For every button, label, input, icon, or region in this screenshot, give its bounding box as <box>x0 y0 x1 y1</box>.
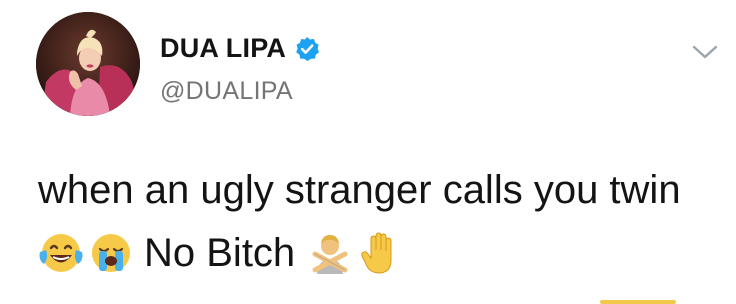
tweet-text-line2-row: No Bitch <box>38 227 403 279</box>
profile-avatar[interactable] <box>36 12 140 116</box>
author-name-row[interactable]: DUA LIPA <box>160 33 320 64</box>
tweet-card: DUA LIPA @DUALIPA when an ugly stranger … <box>0 0 736 304</box>
bottom-decoration <box>600 300 676 304</box>
verified-badge-icon <box>296 36 320 61</box>
tweet-text-line2: No Bitch <box>144 230 296 275</box>
loudly-crying-face-icon <box>92 234 130 272</box>
avatar-image <box>36 12 140 116</box>
chevron-down-icon[interactable] <box>689 40 721 64</box>
tweet-text-line1: when an ugly stranger calls you twin <box>38 168 681 212</box>
author-display-name[interactable]: DUA LIPA <box>160 33 286 64</box>
author-handle[interactable]: @DUALIPA <box>160 77 293 106</box>
face-with-tears-of-joy-icon <box>39 234 83 272</box>
raised-hand-icon <box>361 232 392 274</box>
person-gesturing-no-icon <box>312 235 348 274</box>
